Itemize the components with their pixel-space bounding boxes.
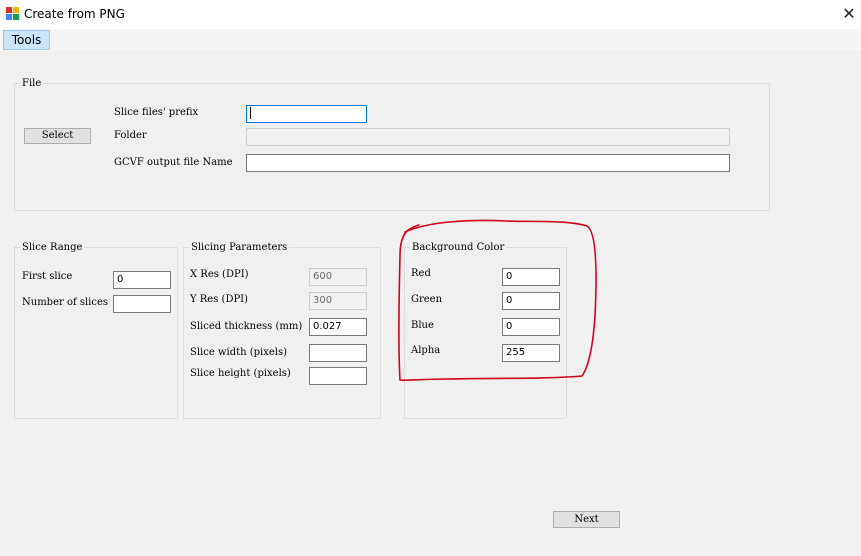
x-res-label: X Res (DPI)	[190, 269, 249, 280]
first-slice-input[interactable]: 0	[113, 271, 171, 289]
menu-bar: Tools	[0, 29, 861, 51]
folder-label: Folder	[114, 130, 147, 141]
slice-height-label: Slice height (pixels)	[190, 368, 291, 379]
window-title: Create from PNG	[24, 7, 125, 21]
title-bar: Create from PNG ✕	[0, 0, 861, 29]
close-icon[interactable]: ✕	[838, 3, 860, 25]
sliced-thickness-input[interactable]: 0.027	[309, 318, 367, 336]
folder-input[interactable]	[246, 128, 730, 146]
number-of-slices-input[interactable]	[113, 295, 171, 313]
app-icon	[6, 7, 20, 21]
y-res-input[interactable]: 300	[309, 292, 367, 310]
prefix-label: Slice files' prefix	[114, 107, 199, 118]
y-res-label: Y Res (DPI)	[190, 294, 249, 305]
annotation-circle	[398, 219, 597, 382]
slice-range-group: Slice Range First slice 0 Number of slic…	[14, 241, 178, 419]
slice-range-title: Slice Range	[20, 241, 85, 254]
number-of-slices-label: Number of slices	[22, 297, 109, 308]
prefix-input[interactable]	[246, 105, 367, 123]
output-label: GCVF output file Name	[114, 157, 233, 168]
output-file-input[interactable]	[246, 154, 730, 172]
slice-width-label: Slice width (pixels)	[190, 347, 288, 358]
slicing-parameters-title: Slicing Parameters	[189, 241, 290, 254]
sliced-thickness-label: Sliced thickness (mm)	[190, 321, 303, 332]
file-group-title: File	[20, 77, 44, 90]
first-slice-label: First slice	[22, 271, 73, 282]
select-button[interactable]: Select	[24, 128, 91, 144]
x-res-input[interactable]: 600	[309, 268, 367, 286]
slice-height-input[interactable]	[309, 367, 367, 385]
slice-width-input[interactable]	[309, 344, 367, 362]
slicing-parameters-group: Slicing Parameters X Res (DPI) 600 Y Res…	[183, 241, 381, 419]
file-group: File Select Slice files' prefix Folder G…	[14, 77, 770, 211]
next-button[interactable]: Next	[553, 511, 620, 528]
menu-tools[interactable]: Tools	[3, 30, 50, 50]
